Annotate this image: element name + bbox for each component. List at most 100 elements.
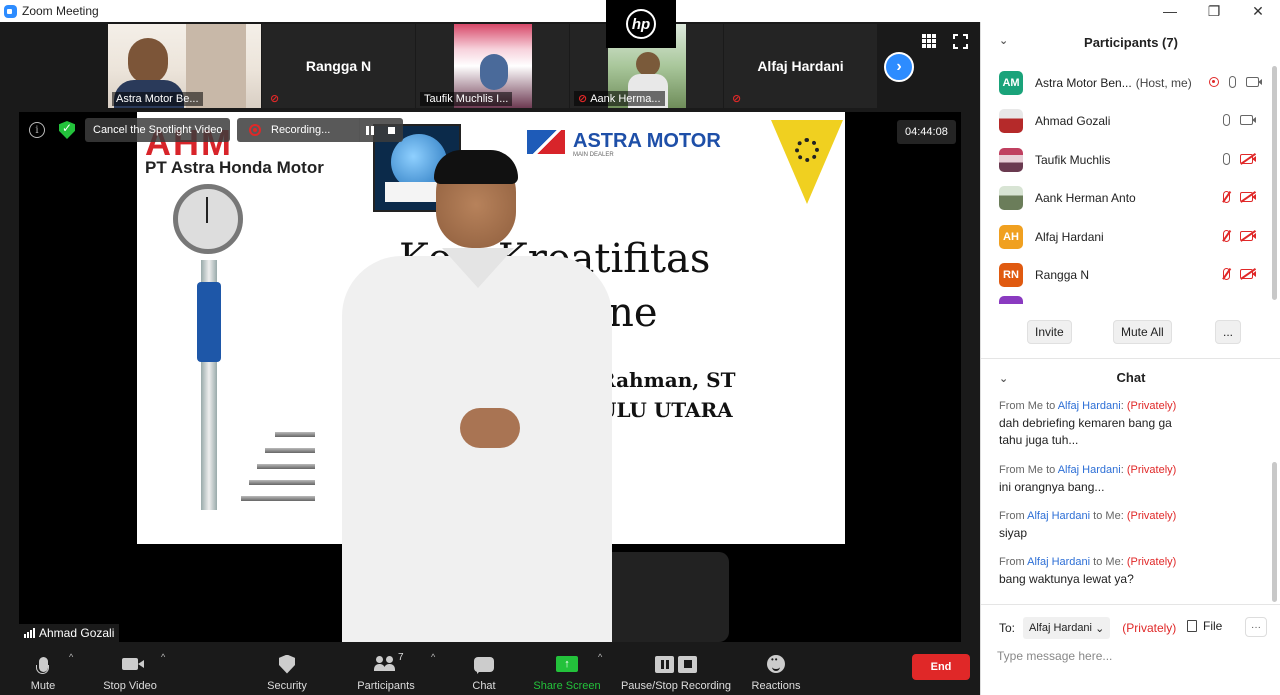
chat-more-button[interactable]: ··· — [1245, 617, 1267, 637]
collapse-participants-icon[interactable]: ⌄ — [999, 34, 1008, 47]
active-speaker-label: Ahmad Gozali — [19, 624, 120, 642]
tile-label: Taufik Muchlis I... — [420, 92, 513, 106]
collapse-chat-icon[interactable]: ⌄ — [999, 372, 1008, 385]
avatar — [999, 109, 1023, 133]
camera-icon[interactable] — [1246, 77, 1262, 87]
meeting-toolbar: Mute ^ Stop Video ^ Security 7 Participa… — [0, 642, 980, 695]
mute-button[interactable]: Mute — [28, 646, 58, 692]
astra-name: ASTRA MOTOR — [573, 130, 721, 152]
minimize-button[interactable]: — — [1148, 0, 1192, 22]
share-screen-icon: ↑ — [556, 656, 578, 672]
chat-bubble-icon — [474, 656, 494, 674]
name-tile[interactable]: Alfaj Hardani ⊘ — [724, 24, 877, 108]
participants-button[interactable]: 7 Participants — [354, 646, 418, 692]
mic-off-icon[interactable] — [1223, 230, 1230, 242]
chat-title: Chat — [1116, 370, 1146, 385]
tile-label: ⊘ Aank Herma... — [574, 91, 665, 106]
participant-name: Aank Herman Anto — [1035, 191, 1136, 205]
thumbnail-strip: Astra Motor Be... Rangga N ⊘ Taufik Much… — [0, 0, 980, 110]
participant-status — [1223, 191, 1256, 203]
slide-company: PT Astra Honda Motor — [145, 158, 324, 177]
pause-stop-recording-button[interactable]: Pause/Stop Recording — [618, 646, 734, 692]
restore-button[interactable]: ❐ — [1192, 0, 1236, 22]
message-meta: From Alfaj Hardani to Me: (Privately) — [999, 510, 1177, 522]
recording-controls-icon — [655, 655, 697, 673]
camera-off-icon[interactable] — [1240, 192, 1256, 202]
reactions-button[interactable]: Reactions — [750, 646, 802, 692]
message-text: bang waktunya lewat ya? — [999, 572, 1134, 586]
more-options-button[interactable]: ... — [1215, 320, 1242, 344]
participant-row-partial — [981, 296, 1271, 304]
invite-button[interactable]: Invite — [1027, 320, 1072, 344]
mute-all-button[interactable]: Mute All — [1113, 320, 1172, 344]
video-tile[interactable]: Astra Motor Be... — [108, 24, 261, 108]
astra-mark-icon — [527, 130, 565, 154]
next-page-button[interactable]: › — [884, 52, 914, 82]
share-options-caret[interactable]: ^ — [598, 652, 602, 662]
camera-off-icon[interactable] — [1240, 269, 1256, 279]
security-button[interactable]: Security — [262, 646, 312, 692]
participants-count: 7 — [398, 652, 404, 663]
participant-row[interactable]: Aank Herman Anto — [981, 179, 1271, 217]
mic-icon[interactable] — [1223, 114, 1230, 126]
cancel-spotlight-button[interactable]: Cancel the Spotlight Video — [85, 118, 231, 142]
encryption-shield-icon[interactable] — [59, 121, 75, 139]
video-options-caret[interactable]: ^ — [161, 652, 165, 662]
participants-options-caret[interactable]: ^ — [431, 652, 435, 662]
close-button[interactable]: ✕ — [1236, 0, 1280, 22]
chevron-down-icon: ⌄ — [1095, 622, 1105, 635]
active-speaker-stage: AHM PT Astra Honda Motor ASTRA MOTOR MAI… — [19, 112, 961, 642]
participant-row[interactable]: AH Alfaj Hardani — [981, 218, 1271, 256]
chat-message: From Me to Alfaj Hardani: (Privately) in… — [999, 464, 1269, 496]
zoom-logo-icon — [4, 4, 17, 18]
chat-button[interactable]: Chat — [470, 646, 498, 692]
participants-header: ⌄ Participants (7) — [981, 22, 1280, 62]
stop-video-button[interactable]: Stop Video — [100, 646, 160, 692]
mic-off-icon[interactable] — [1223, 268, 1230, 280]
side-panel: ⌄ Participants (7) AM Astra Motor Ben...… — [980, 22, 1280, 695]
smiley-icon — [767, 655, 785, 673]
chat-header: ⌄ Chat — [981, 358, 1280, 396]
participant-name: Rangga N — [1035, 268, 1090, 282]
file-button[interactable]: File — [1187, 619, 1222, 633]
camera-icon[interactable] — [1240, 115, 1256, 125]
mic-off-icon[interactable] — [1223, 191, 1230, 203]
microphone-icon — [35, 656, 49, 674]
avatar: AM — [999, 71, 1023, 95]
participant-row[interactable]: Ahmad Gozali — [981, 102, 1271, 140]
participants-icon — [374, 655, 398, 673]
avatar: RN — [999, 263, 1023, 287]
presenter-figure — [324, 150, 624, 642]
muted-mic-icon: ⊘ — [578, 93, 588, 105]
mic-icon[interactable] — [1229, 76, 1236, 88]
video-tile[interactable]: Taufik Muchlis I... — [416, 24, 569, 108]
participant-row[interactable]: RN Rangga N — [981, 256, 1271, 294]
school-logo — [771, 120, 843, 224]
info-icon[interactable]: i — [29, 122, 45, 138]
participants-scrollbar[interactable] — [1272, 66, 1277, 300]
participant-row[interactable]: AM Astra Motor Ben... (Host, me) — [981, 64, 1271, 102]
message-meta: From Me to Alfaj Hardani: (Privately) — [999, 400, 1177, 412]
audio-options-caret[interactable]: ^ — [69, 652, 73, 662]
mic-icon[interactable] — [1223, 153, 1230, 165]
share-screen-button[interactable]: ↑ Share Screen — [532, 646, 602, 692]
chat-compose: To: Alfaj Hardani ⌄ (Privately) File ··· — [981, 604, 1280, 695]
stop-recording-button[interactable] — [379, 118, 403, 142]
chat-message-input[interactable] — [997, 645, 1265, 667]
camera-off-icon[interactable] — [1240, 231, 1256, 241]
recording-icon — [1209, 77, 1219, 87]
fullscreen-icon[interactable] — [952, 33, 969, 50]
name-tile[interactable]: Rangga N ⊘ — [262, 24, 415, 108]
chat-scrollbar[interactable] — [1272, 462, 1277, 602]
participant-row[interactable]: Taufik Muchlis — [981, 141, 1271, 179]
participant-name: Ahmad Gozali — [1035, 114, 1111, 128]
meeting-timer: 04:44:08 — [897, 120, 956, 144]
recipient-select[interactable]: Alfaj Hardani ⌄ — [1023, 617, 1111, 639]
camera-off-icon[interactable] — [1240, 154, 1256, 164]
tile-label: Astra Motor Be... — [112, 92, 203, 106]
gallery-view-icon[interactable] — [922, 34, 936, 48]
pause-recording-button[interactable] — [359, 118, 379, 142]
hp-logo: hp — [626, 9, 656, 39]
end-meeting-button[interactable]: End — [912, 654, 970, 680]
participants-actions: Invite Mute All ... — [981, 320, 1280, 344]
